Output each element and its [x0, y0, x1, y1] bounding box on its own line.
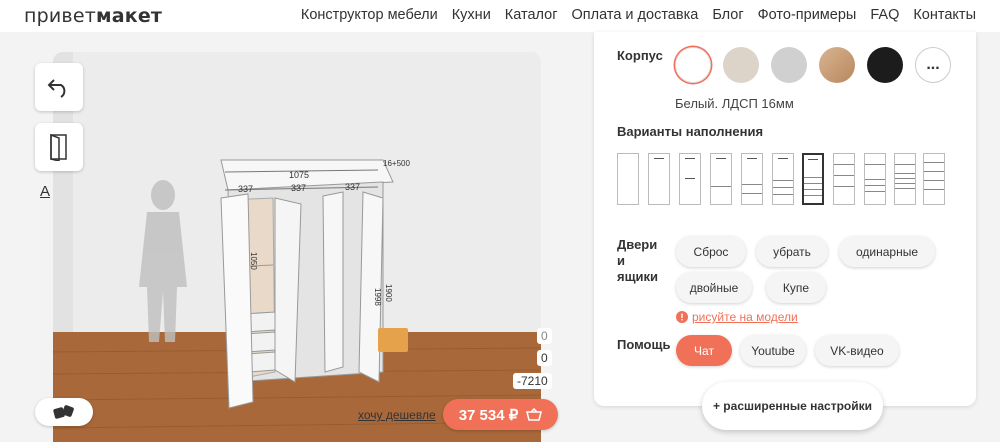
top-header: приветмакет Конструктор мебели Кухни Кат… [0, 0, 1000, 32]
nav-item-faq[interactable]: FAQ [870, 7, 899, 23]
doors-label-line1: Двери [617, 237, 658, 252]
swatch-beige[interactable] [723, 47, 759, 83]
fill-option-3[interactable] [679, 153, 701, 205]
wardrobe-model: 1075 337 337 337 16+500 1050 1998 1900 [220, 159, 410, 409]
swatch-oak[interactable] [819, 47, 855, 83]
dim-height-b: 1900 [384, 284, 393, 302]
draw-on-model-link[interactable]: рисуйте на модели [676, 310, 798, 324]
help-label: Помощь [617, 337, 671, 352]
advanced-settings-button[interactable]: + расширенные настройки [702, 382, 883, 430]
door-view-button[interactable] [35, 123, 83, 171]
3d-viewport[interactable]: 1075 337 337 337 16+500 1050 1998 1900 [53, 52, 541, 442]
nav-item-blog[interactable]: Блог [712, 7, 743, 23]
doors-label-line2: и [617, 253, 625, 268]
swatch-grey[interactable] [771, 47, 807, 83]
door-icon [50, 133, 67, 161]
nav-item-constructor[interactable]: Конструктор мебели [301, 7, 438, 23]
nav-item-kitchens[interactable]: Кухни [452, 7, 491, 23]
fill-option-2[interactable] [648, 153, 670, 205]
dim-col3: 337 [345, 182, 360, 192]
more-swatches-button[interactable]: ... [915, 47, 951, 83]
body-label: Корпус [617, 48, 663, 63]
fill-option-4[interactable] [710, 153, 732, 205]
fill-option-11[interactable] [923, 153, 945, 205]
nav-item-catalog[interactable]: Каталог [505, 7, 558, 23]
fill-label: Варианты наполнения [617, 124, 764, 139]
doors-coupe-button[interactable]: Купе [766, 272, 826, 303]
settings-panel: Корпус ... Белый. ЛДСП 16мм Варианты нап… [594, 32, 976, 430]
logo-bold: макет [96, 5, 163, 27]
fill-option-7[interactable] [802, 153, 824, 205]
fill-option-8[interactable] [833, 153, 855, 205]
door-right [358, 191, 384, 383]
fill-option-6[interactable] [772, 153, 794, 205]
doors-single-button[interactable]: одинарные [839, 236, 935, 267]
fill-option-1[interactable] [617, 153, 639, 205]
wardrobe-scene: 1075 337 337 337 16+500 1050 1998 1900 [53, 52, 541, 442]
cheaper-link[interactable]: хочу дешевле [358, 408, 436, 422]
dim-col1: 337 [238, 184, 253, 194]
toy-box [378, 328, 408, 352]
dim-depth: 16+500 [383, 159, 410, 168]
dim-inner-height: 1050 [249, 252, 258, 270]
basket-icon [526, 408, 543, 421]
nav-item-payment[interactable]: Оплата и доставка [572, 7, 699, 23]
help-vk-button[interactable]: VK-видео [815, 335, 899, 366]
dim-col2: 337 [291, 183, 306, 193]
nav-item-photos[interactable]: Фото-примеры [758, 7, 857, 23]
dice-icon [53, 405, 74, 419]
main-nav: Конструктор мебели Кухни Каталог Оплата … [301, 7, 976, 23]
undo-icon [47, 79, 66, 98]
door-mid-right [322, 191, 344, 373]
undo-button[interactable] [35, 63, 83, 111]
coord-y: 0 [537, 350, 552, 366]
fill-option-10[interactable] [894, 153, 916, 205]
doors-label-line3: ящики [617, 269, 659, 284]
help-chat-button[interactable]: Чат [676, 335, 732, 366]
draw-link-text: рисуйте на модели [692, 310, 798, 324]
swatch-white[interactable] [675, 47, 711, 83]
doors-label: Двери и ящики [617, 237, 658, 285]
text-tool-button[interactable]: A [40, 183, 50, 200]
nav-item-contacts[interactable]: Контакты [913, 7, 976, 23]
swatch-black[interactable] [867, 47, 903, 83]
dim-height-a: 1998 [373, 288, 382, 306]
help-youtube-button[interactable]: Youtube [740, 335, 806, 366]
price-value: 37 534 ₽ [458, 406, 519, 424]
site-logo[interactable]: приветмакет [24, 5, 162, 27]
dim-total-width: 1075 [289, 170, 309, 180]
doors-remove-button[interactable]: убрать [756, 236, 828, 267]
price-cart-button[interactable]: 37 534 ₽ [443, 399, 558, 430]
random-button[interactable] [35, 398, 93, 426]
fill-option-9[interactable] [864, 153, 886, 205]
material-name: Белый. ЛДСП 16мм [675, 96, 794, 111]
doors-double-button[interactable]: двойные [676, 272, 752, 303]
coord-z: -7210 [513, 373, 552, 389]
coord-x: 0 [537, 328, 552, 344]
doors-reset-button[interactable]: Сброс [676, 236, 746, 267]
fill-option-5[interactable] [741, 153, 763, 205]
info-icon [676, 311, 688, 323]
logo-light: привет [24, 5, 96, 27]
